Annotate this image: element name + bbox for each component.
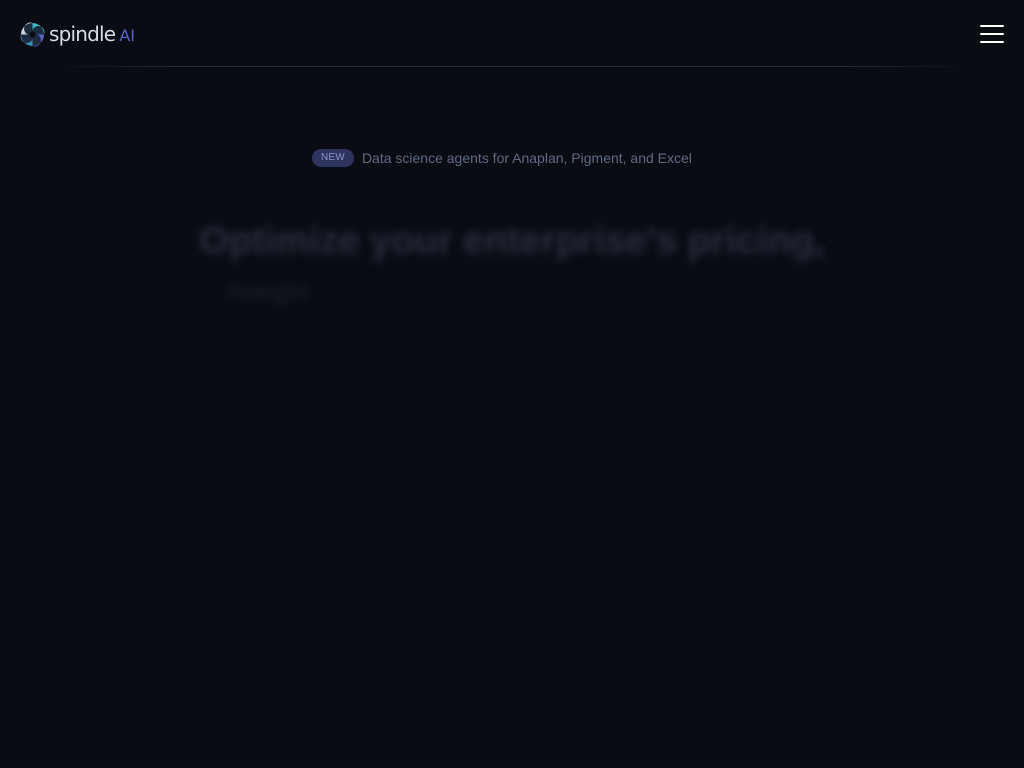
logo-ai-suffix: AI: [119, 25, 135, 45]
announcement-text: Data science agents for Anaplan, Pigment…: [361, 150, 692, 166]
menu-button[interactable]: [978, 22, 1006, 46]
site-header: spindle AI: [0, 0, 1024, 67]
logo-wordmark: spindle: [49, 22, 116, 46]
menu-line-top: [980, 25, 1004, 27]
header-divider: [50, 66, 974, 67]
logo-link[interactable]: spindle AI: [20, 20, 135, 48]
hero-subtitle: margin: [228, 276, 308, 306]
page: spindle AI NEW Data science agents for A…: [0, 0, 1024, 768]
hero-title: Optimize your enterprise's pricing,: [199, 220, 825, 262]
new-badge: NEW: [312, 149, 354, 167]
menu-line-bottom: [980, 41, 1004, 43]
menu-line-middle: [980, 33, 1004, 35]
announcement-link[interactable]: NEW Data science agents for Anaplan, Pig…: [312, 148, 692, 168]
spindle-logo-icon: [20, 22, 45, 46]
